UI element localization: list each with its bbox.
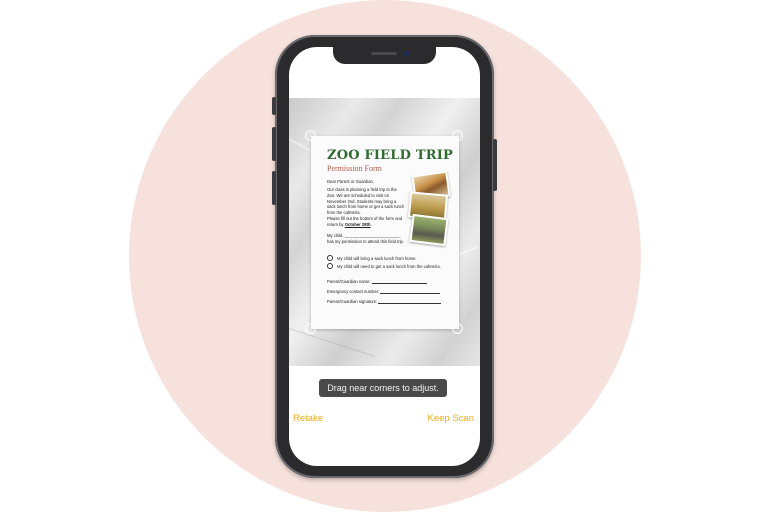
field-label: Emergency contact number:	[327, 289, 380, 294]
field-line	[378, 300, 442, 304]
lunch-option-cafeteria: My child will need to get a sack lunch f…	[327, 263, 441, 269]
keep-scan-button[interactable]: Keep Scan	[428, 413, 474, 424]
radio-circle-icon	[327, 263, 333, 269]
paragraph-2-end: .	[370, 221, 372, 227]
corner-handle-top-right[interactable]	[452, 130, 463, 141]
lunch-option-home: My child will bring a sack lunch from ho…	[327, 255, 417, 261]
document-title: ZOO FIELD TRIP	[327, 148, 453, 163]
option-label: My child will need to get a sack lunch f…	[337, 263, 441, 269]
corner-handle-bottom-left[interactable]	[305, 323, 316, 334]
radio-circle-icon	[327, 255, 333, 261]
permission-line: My child, ________________________ has m…	[327, 233, 405, 244]
corner-handle-bottom-right[interactable]	[452, 323, 463, 334]
scan-preview: ZOO FIELD TRIP Permission Form Dear Pare…	[289, 98, 480, 366]
document-paragraph-1: Our class is planning a field trip to th…	[327, 187, 405, 216]
elephant-photo	[409, 213, 449, 247]
document-greeting: Dear Parent or Guardian,	[327, 179, 375, 184]
phone-screen: ZOO FIELD TRIP Permission Form Dear Pare…	[289, 47, 480, 466]
guardian-name-field: Parent/Guardian name:	[327, 279, 427, 284]
retake-button[interactable]: Retake	[293, 413, 323, 424]
marble-vein	[289, 328, 375, 357]
document-subtitle: Permission Form	[327, 164, 382, 173]
return-date: October 28th	[344, 221, 371, 227]
volume-up-button	[272, 127, 276, 161]
speaker-grille	[371, 52, 397, 55]
photo-image	[411, 216, 447, 244]
side-button	[493, 139, 497, 191]
scanned-document: ZOO FIELD TRIP Permission Form Dear Pare…	[311, 136, 459, 329]
volume-down-button	[272, 171, 276, 205]
guardian-signature-field: Parent/Guardian signature:	[327, 299, 442, 304]
emergency-contact-field: Emergency contact number:	[327, 289, 441, 294]
field-line	[380, 290, 441, 294]
front-camera	[404, 51, 409, 56]
field-label: Parent/Guardian signature:	[327, 299, 378, 304]
corner-handle-top-left[interactable]	[305, 130, 316, 141]
field-label: Parent/Guardian name:	[327, 279, 371, 284]
notch	[333, 47, 436, 64]
mute-switch	[272, 97, 276, 115]
adjust-hint: Drag near corners to adjust.	[319, 379, 447, 397]
option-label: My child will bring a sack lunch from ho…	[337, 255, 417, 261]
phone-mockup: ZOO FIELD TRIP Permission Form Dear Pare…	[272, 35, 497, 478]
field-line	[371, 280, 427, 284]
document-paragraph-2: Please fill out the bottom of the form a…	[327, 216, 405, 228]
